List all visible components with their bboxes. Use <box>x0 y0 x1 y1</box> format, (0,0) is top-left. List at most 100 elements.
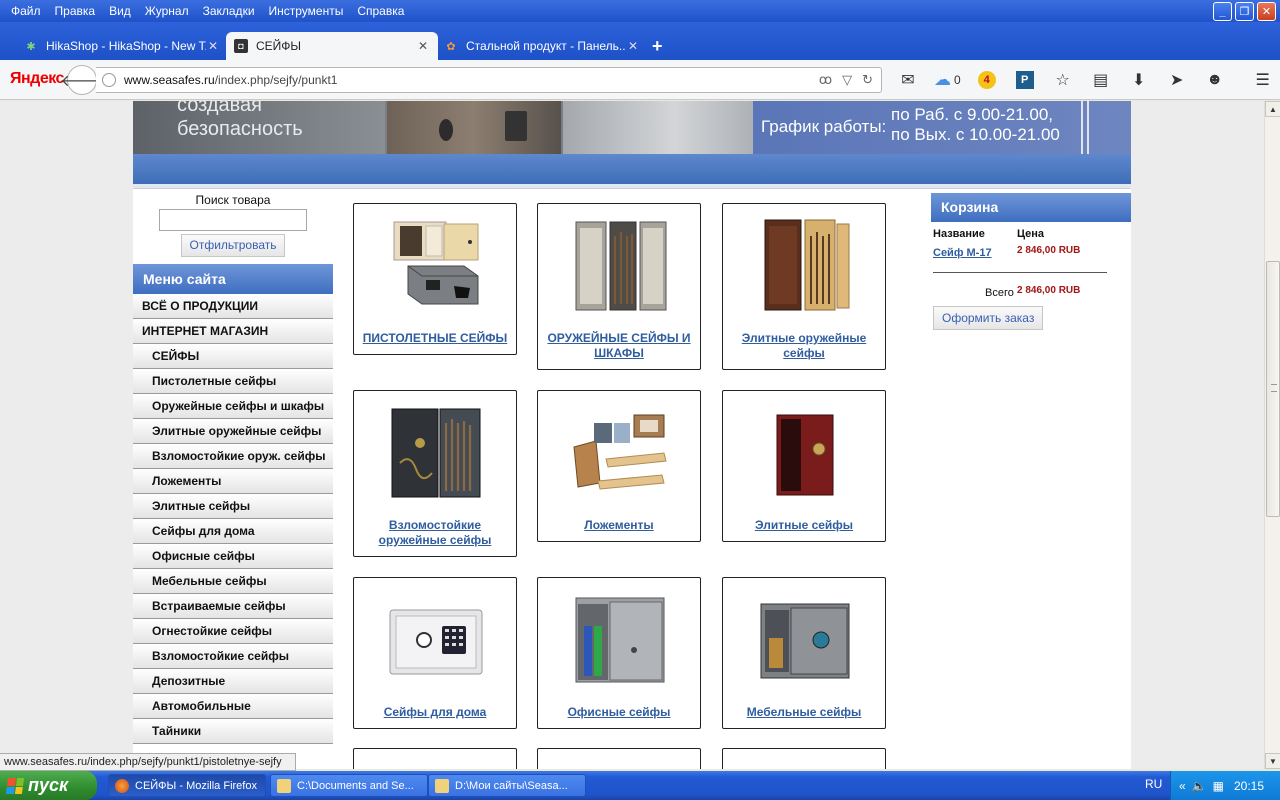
menu-view[interactable]: Вид <box>102 4 138 18</box>
language-indicator[interactable]: RU <box>1145 777 1162 791</box>
menu-edit[interactable]: Правка <box>48 4 103 18</box>
scroll-thumb[interactable] <box>1266 261 1280 517</box>
product-title[interactable]: Элитные сейфы <box>723 518 885 533</box>
menu-item-hideaways[interactable]: Тайники <box>133 719 333 744</box>
menu-item-safes[interactable]: СЕЙФЫ <box>133 344 333 369</box>
scroll-up-icon[interactable]: ▲ <box>1265 101 1280 117</box>
badge-button[interactable]: 4 <box>975 68 999 92</box>
menu-item-online-shop[interactable]: ИНТЕРНЕТ МАГАЗИН <box>133 319 333 344</box>
search-input[interactable] <box>159 209 307 231</box>
cart-col-name: Название <box>933 228 985 240</box>
download-icon[interactable]: ⬇ <box>1127 68 1151 92</box>
close-tab-icon[interactable]: ✕ <box>626 39 640 53</box>
menu-tools[interactable]: Инструменты <box>262 4 351 18</box>
menu-item-elite-safes[interactable]: Элитные сейфы <box>133 494 333 519</box>
tab-seify[interactable]: ◘ СЕЙФЫ ✕ <box>226 32 438 60</box>
back-button[interactable]: 🡐 <box>61 65 103 95</box>
bookmark-star-icon[interactable]: ☆ <box>1051 68 1075 92</box>
gun-cabinet-image[interactable] <box>570 216 670 316</box>
menu-item-built-in-safes[interactable]: Встраиваемые сейфы <box>133 594 333 619</box>
product-card[interactable]: Взломостойкие оружейные сейфы <box>353 390 517 557</box>
menu-item-pistol-safes[interactable]: Пистолетные сейфы <box>133 369 333 394</box>
product-card[interactable]: Ложементы <box>537 390 701 542</box>
hamburger-menu-icon[interactable]: ☰ <box>1251 68 1275 92</box>
address-bar[interactable]: www.seasafes.ru/index.php/sejfy/punkt1 ꝏ… <box>96 67 882 93</box>
reading-list-icon[interactable]: ▤ <box>1089 68 1113 92</box>
product-card[interactable]: Сейфы для дома <box>353 577 517 729</box>
gun-racks-image[interactable] <box>570 403 670 503</box>
url-text[interactable]: www.seasafes.ru/index.php/sejfy/punkt1 <box>124 73 819 87</box>
task-firefox[interactable]: СЕЙФЫ - Mozilla Firefox <box>108 774 266 797</box>
product-title[interactable]: ОРУЖЕЙНЫЕ СЕЙФЫ И ШКАФЫ <box>538 331 700 361</box>
volume-icon[interactable]: 🔈 <box>1192 779 1207 793</box>
product-card[interactable]: Элитные оружейные сейфы <box>722 203 886 370</box>
product-title[interactable]: Элитные оружейные сейфы <box>723 331 885 361</box>
yandex-logo[interactable]: Яндекс <box>10 70 64 88</box>
furniture-safe-image[interactable] <box>755 590 855 690</box>
vertical-scrollbar[interactable]: ▲ ▼ <box>1264 101 1280 769</box>
burglary-gun-safe-image[interactable] <box>386 403 486 503</box>
reload-icon[interactable]: ↻ <box>862 72 873 88</box>
cart-item-link[interactable]: Сейф М-17 <box>933 247 992 259</box>
product-title[interactable]: Офисные сейфы <box>538 705 700 720</box>
close-tab-icon[interactable]: ✕ <box>206 39 220 53</box>
product-card[interactable] <box>353 748 517 769</box>
tab-hikashop[interactable]: ✱ HikaShop - HikaShop - New T... ✕ <box>16 32 228 60</box>
close-tab-icon[interactable]: ✕ <box>416 39 430 53</box>
task-documents-folder[interactable]: C:\Documents and Se... <box>270 774 428 797</box>
menu-item-gun-safes[interactable]: Оружейные сейфы и шкафы <box>133 394 333 419</box>
chat-icon[interactable]: ☻ <box>1203 68 1227 92</box>
mail-icon[interactable]: ✉ <box>896 68 920 92</box>
menu-item-about-products[interactable]: ВСЁ О ПРОДУКЦИИ <box>133 294 333 319</box>
menu-item-furniture-safes[interactable]: Мебельные сейфы <box>133 569 333 594</box>
home-safe-image[interactable] <box>386 590 486 690</box>
menu-file[interactable]: Файл <box>4 4 48 18</box>
cloud-counter[interactable]: ☁ 0 <box>934 68 961 92</box>
filter-button[interactable]: Отфильтровать <box>180 234 286 257</box>
product-title[interactable]: ПИСТОЛЕТНЫЕ СЕЙФЫ <box>354 331 516 346</box>
restore-icon[interactable]: ❐ <box>1235 2 1254 21</box>
product-card[interactable]: ОРУЖЕЙНЫЕ СЕЙФЫ И ШКАФЫ <box>537 203 701 370</box>
new-tab-icon[interactable]: + <box>652 36 663 57</box>
menu-bookmarks[interactable]: Закладки <box>196 4 262 18</box>
send-icon[interactable]: ➤ <box>1165 68 1189 92</box>
minimize-icon[interactable]: _ <box>1213 2 1232 21</box>
dropdown-icon[interactable]: ▽ <box>842 72 852 88</box>
product-title[interactable]: Ложементы <box>538 518 700 533</box>
elite-gun-cabinet-image[interactable] <box>755 216 855 316</box>
product-title[interactable]: Мебельные сейфы <box>723 705 885 720</box>
menu-history[interactable]: Журнал <box>138 4 196 18</box>
menu-item-burglary-safes[interactable]: Взломостойкие сейфы <box>133 644 333 669</box>
product-card[interactable] <box>722 748 886 769</box>
start-button[interactable]: пуск <box>0 771 97 800</box>
cart-col-price: Цена <box>1017 228 1045 240</box>
extension-p-button[interactable]: P <box>1013 68 1037 92</box>
product-title[interactable]: Взломостойкие оружейные сейфы <box>354 518 516 548</box>
reader-glasses-icon[interactable]: ꝏ <box>819 72 832 88</box>
product-card[interactable]: Офисные сейфы <box>537 577 701 729</box>
checkout-button[interactable]: Оформить заказ <box>933 306 1044 330</box>
product-card[interactable] <box>537 748 701 769</box>
tray-arrow-icon[interactable]: « <box>1179 779 1186 793</box>
menu-item-car-safes[interactable]: Автомобильные <box>133 694 333 719</box>
menu-item-elite-gun-safes[interactable]: Элитные оружейные сейфы <box>133 419 333 444</box>
menu-item-gun-racks[interactable]: Ложементы <box>133 469 333 494</box>
menu-item-burglary-gun-safes[interactable]: Взломостойкие оруж. сейфы <box>133 444 333 469</box>
product-title[interactable]: Сейфы для дома <box>354 705 516 720</box>
office-safe-image[interactable] <box>570 590 670 690</box>
pistol-safe-image[interactable] <box>386 216 486 316</box>
menu-item-office-safes[interactable]: Офисные сейфы <box>133 544 333 569</box>
product-card[interactable]: Мебельные сейфы <box>722 577 886 729</box>
close-window-icon[interactable]: ✕ <box>1257 2 1276 21</box>
product-card[interactable]: ПИСТОЛЕТНЫЕ СЕЙФЫ <box>353 203 517 355</box>
product-card[interactable]: Элитные сейфы <box>722 390 886 542</box>
windows-taskbar: пуск СЕЙФЫ - Mozilla Firefox C:\Document… <box>0 771 1280 800</box>
menu-item-fireproof-safes[interactable]: Огнестойкие сейфы <box>133 619 333 644</box>
task-sites-folder[interactable]: D:\Мои сайты\Seasa... <box>428 774 586 797</box>
menu-help[interactable]: Справка <box>350 4 411 18</box>
scroll-down-icon[interactable]: ▼ <box>1265 753 1280 769</box>
menu-item-deposit-safes[interactable]: Депозитные <box>133 669 333 694</box>
menu-item-home-safes[interactable]: Сейфы для дома <box>133 519 333 544</box>
tab-steel-product[interactable]: ✿ Стальной продукт - Панель... ✕ <box>436 32 648 60</box>
elite-safe-image[interactable] <box>755 403 855 503</box>
